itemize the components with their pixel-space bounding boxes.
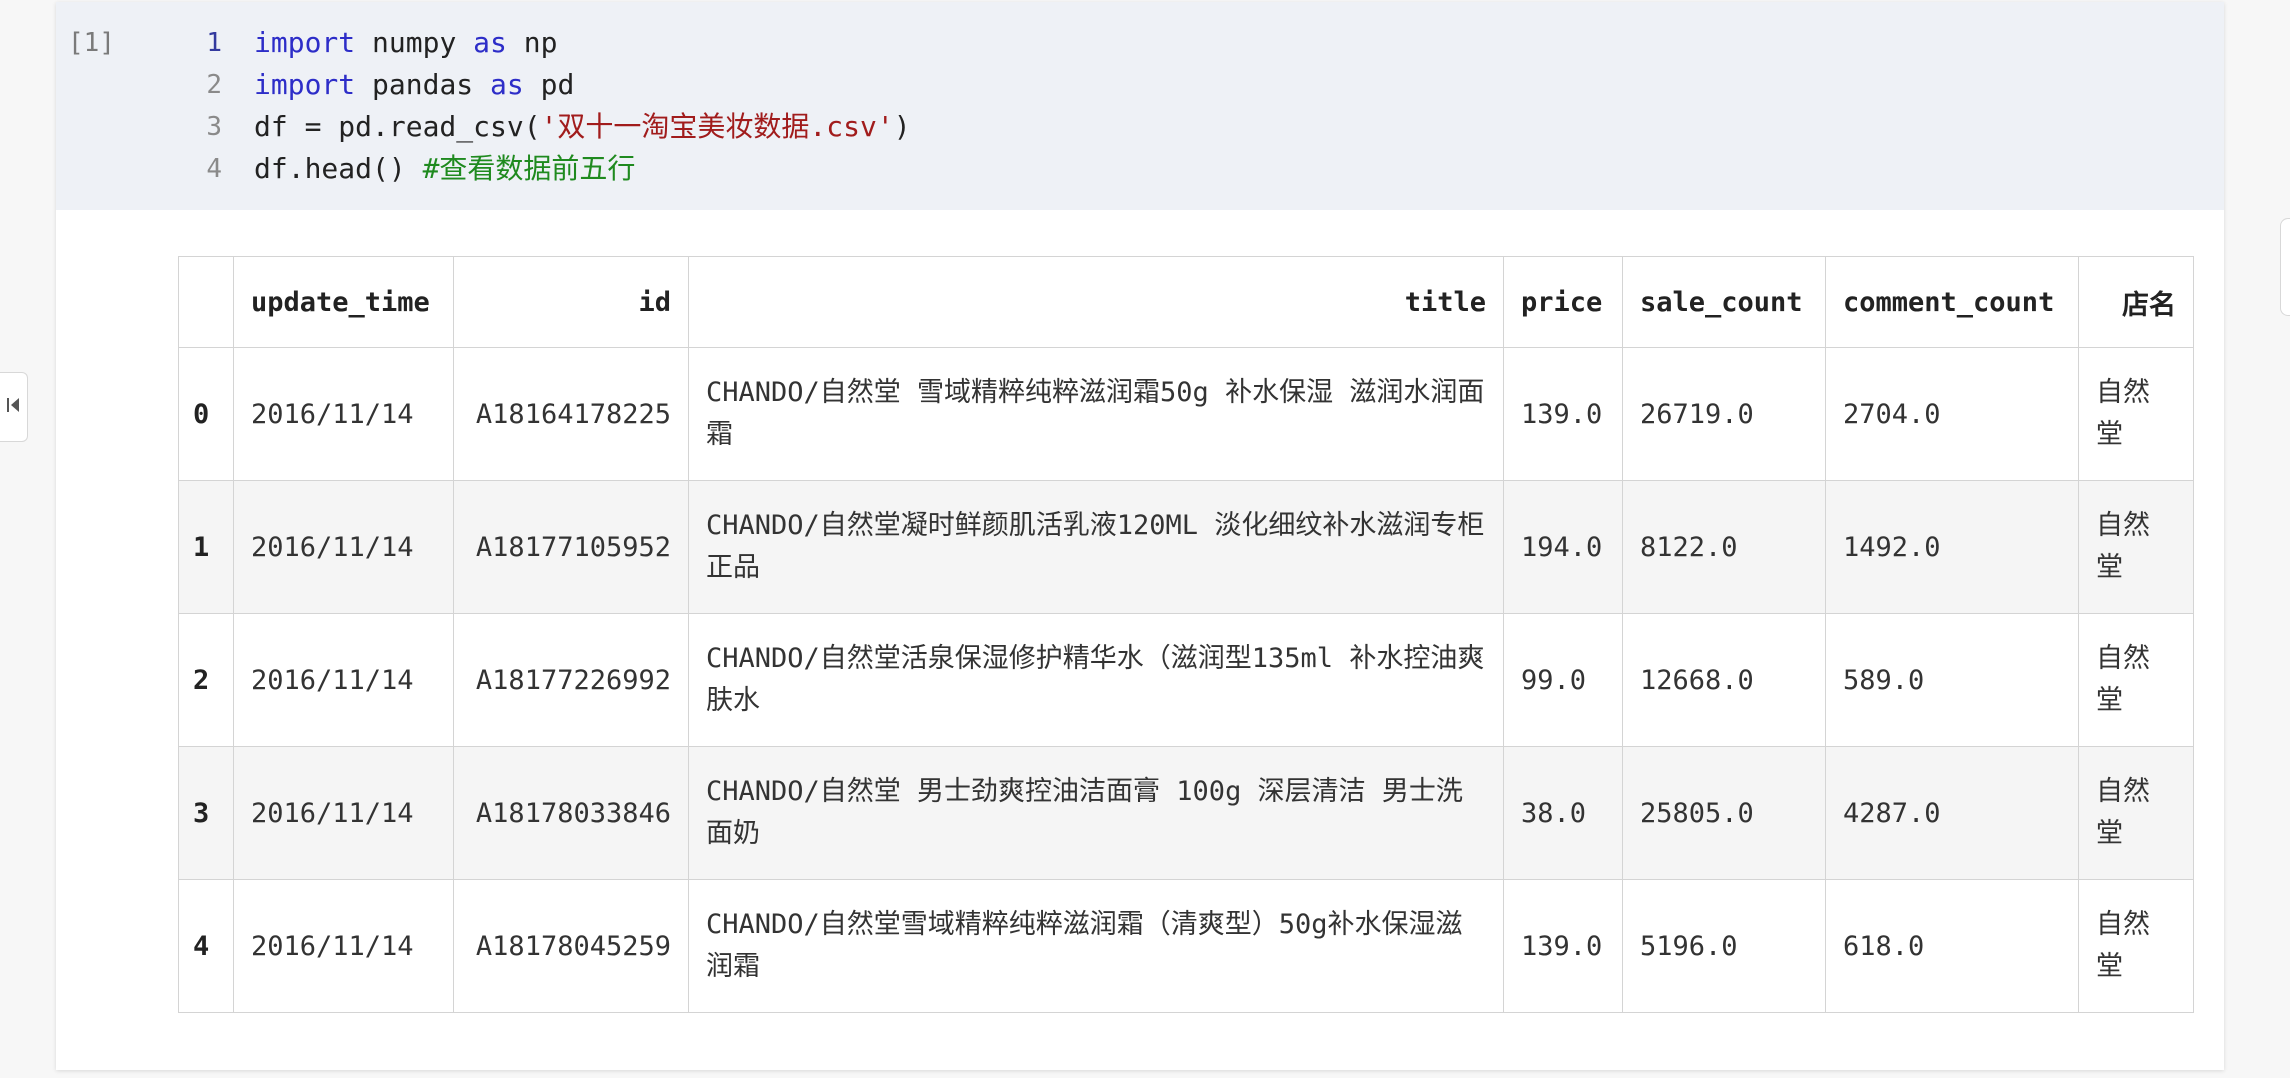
dataframe-table: update_time id title price sale_count co…	[178, 256, 2194, 1013]
row-index: 1	[178, 480, 234, 614]
column-header-id: id	[453, 256, 689, 348]
cell-shop-name: 自然堂	[2078, 480, 2194, 614]
code-text: import pandas as pd	[254, 64, 574, 106]
cell-comment-count: 2704.0	[1825, 347, 2079, 481]
cell-price: 194.0	[1503, 480, 1623, 614]
code-token: np	[506, 26, 558, 59]
cell-title: CHANDO/自然堂 雪域精粹纯粹滋润霜50g 补水保湿 滋润水润面霜	[688, 347, 1504, 481]
code-token: '双十一淘宝美妆数据.csv'	[540, 110, 894, 143]
cell-title: CHANDO/自然堂雪域精粹纯粹滋润霜（清爽型）50g补水保湿滋润霜	[688, 879, 1504, 1013]
row-index: 3	[178, 746, 234, 880]
line-number: 1	[206, 28, 222, 58]
row-index: 2	[178, 613, 234, 747]
column-header-sale-count: sale_count	[1622, 256, 1826, 348]
code-token: import	[254, 68, 356, 101]
cell-title: CHANDO/自然堂凝时鲜颜肌活乳液120ML 淡化细纹补水滋润专柜正品	[688, 480, 1504, 614]
code-token: as	[490, 68, 524, 101]
table-row: 3 2016/11/14 A18178033846 CHANDO/自然堂 男士劲爽控油…	[178, 746, 2194, 880]
cell-comment-count: 4287.0	[1825, 746, 2079, 880]
row-index: 0	[178, 347, 234, 481]
cell-update-time: 2016/11/14	[233, 879, 454, 1013]
cell-comment-count: 1492.0	[1825, 480, 2079, 614]
table-header-row: update_time id title price sale_count co…	[178, 256, 2194, 348]
column-header-comment-count: comment_count	[1825, 256, 2079, 348]
column-header-title: title	[688, 256, 1504, 348]
code-text: df.head() #查看数据前五行	[254, 148, 635, 190]
table-row: 4 2016/11/14 A18178045259 CHANDO/自然堂雪域精粹纯粹滋…	[178, 879, 2194, 1013]
code-text: import numpy as np	[254, 22, 557, 64]
code-token: as	[473, 26, 507, 59]
table-row: 0 2016/11/14 A18164178225 CHANDO/自然堂 雪域精粹纯粹…	[178, 347, 2194, 481]
table-row: 2 2016/11/14 A18177226992 CHANDO/自然堂活泉保湿修护精…	[178, 613, 2194, 747]
line-number: 3	[206, 112, 222, 142]
column-header-update-time: update_time	[233, 256, 454, 348]
right-panel-handle[interactable]	[2280, 218, 2290, 316]
code-token: pd	[523, 68, 575, 101]
cell-shop-name: 自然堂	[2078, 746, 2194, 880]
column-header-index	[178, 256, 234, 348]
execution-count: [1]	[68, 28, 115, 58]
cell-sale-count: 25805.0	[1622, 746, 1826, 880]
column-header-price: price	[1503, 256, 1623, 348]
cell-title: CHANDO/自然堂活泉保湿修护精华水（滋润型135ml 补水控油爽肤水	[688, 613, 1504, 747]
cell-output: update_time id title price sale_count co…	[56, 210, 2224, 1070]
cell-price: 139.0	[1503, 347, 1623, 481]
cell-shop-name: 自然堂	[2078, 613, 2194, 747]
notebook-page: [1] 1 import numpy as np 2 import pandas as…	[0, 0, 2290, 1078]
row-index: 4	[178, 879, 234, 1013]
collapse-left-icon	[6, 395, 22, 420]
cell-sale-count: 5196.0	[1622, 879, 1826, 1013]
cell-shop-name: 自然堂	[2078, 879, 2194, 1013]
cell-update-time: 2016/11/14	[233, 347, 454, 481]
cell-comment-count: 618.0	[1825, 879, 2079, 1013]
column-header-shop-name: 店名	[2078, 256, 2194, 348]
cell-sale-count: 8122.0	[1622, 480, 1826, 614]
code-token: numpy	[355, 26, 474, 59]
cell-price: 38.0	[1503, 746, 1623, 880]
cell-sale-count: 26719.0	[1622, 347, 1826, 481]
cell-id: A18177226992	[453, 613, 689, 747]
table-row: 1 2016/11/14 A18177105952 CHANDO/自然堂凝时鲜颜肌活乳…	[178, 480, 2194, 614]
code-cell[interactable]: [1] 1 import numpy as np 2 import pandas as…	[56, 2, 2224, 1070]
code-text: df = pd.read_csv('双十一淘宝美妆数据.csv')	[254, 106, 911, 148]
sidebar-toggle-button[interactable]	[0, 372, 28, 442]
cell-update-time: 2016/11/14	[233, 746, 454, 880]
code-editor[interactable]: [1] 1 import numpy as np 2 import pandas as…	[56, 2, 2224, 210]
cell-update-time: 2016/11/14	[233, 613, 454, 747]
code-token: )	[893, 110, 911, 143]
code-token: pandas	[355, 68, 491, 101]
code-token: #查看数据前五行	[422, 152, 636, 185]
cell-title: CHANDO/自然堂 男士劲爽控油洁面膏 100g 深层清洁 男士洗面奶	[688, 746, 1504, 880]
cell-price: 139.0	[1503, 879, 1623, 1013]
cell-shop-name: 自然堂	[2078, 347, 2194, 481]
table-body: 0 2016/11/14 A18164178225 CHANDO/自然堂 雪域精粹纯粹…	[178, 347, 2194, 1013]
code-token: import	[254, 26, 356, 59]
cell-sale-count: 12668.0	[1622, 613, 1826, 747]
cell-comment-count: 589.0	[1825, 613, 2079, 747]
code-token: df = pd.read_csv(	[254, 110, 541, 143]
line-number: 2	[206, 70, 222, 100]
cell-id: A18164178225	[453, 347, 689, 481]
cell-price: 99.0	[1503, 613, 1623, 747]
cell-id: A18177105952	[453, 480, 689, 614]
cell-id: A18178045259	[453, 879, 689, 1013]
code-token: df.head()	[254, 152, 423, 185]
line-number: 4	[206, 154, 222, 184]
cell-id: A18178033846	[453, 746, 689, 880]
cell-update-time: 2016/11/14	[233, 480, 454, 614]
